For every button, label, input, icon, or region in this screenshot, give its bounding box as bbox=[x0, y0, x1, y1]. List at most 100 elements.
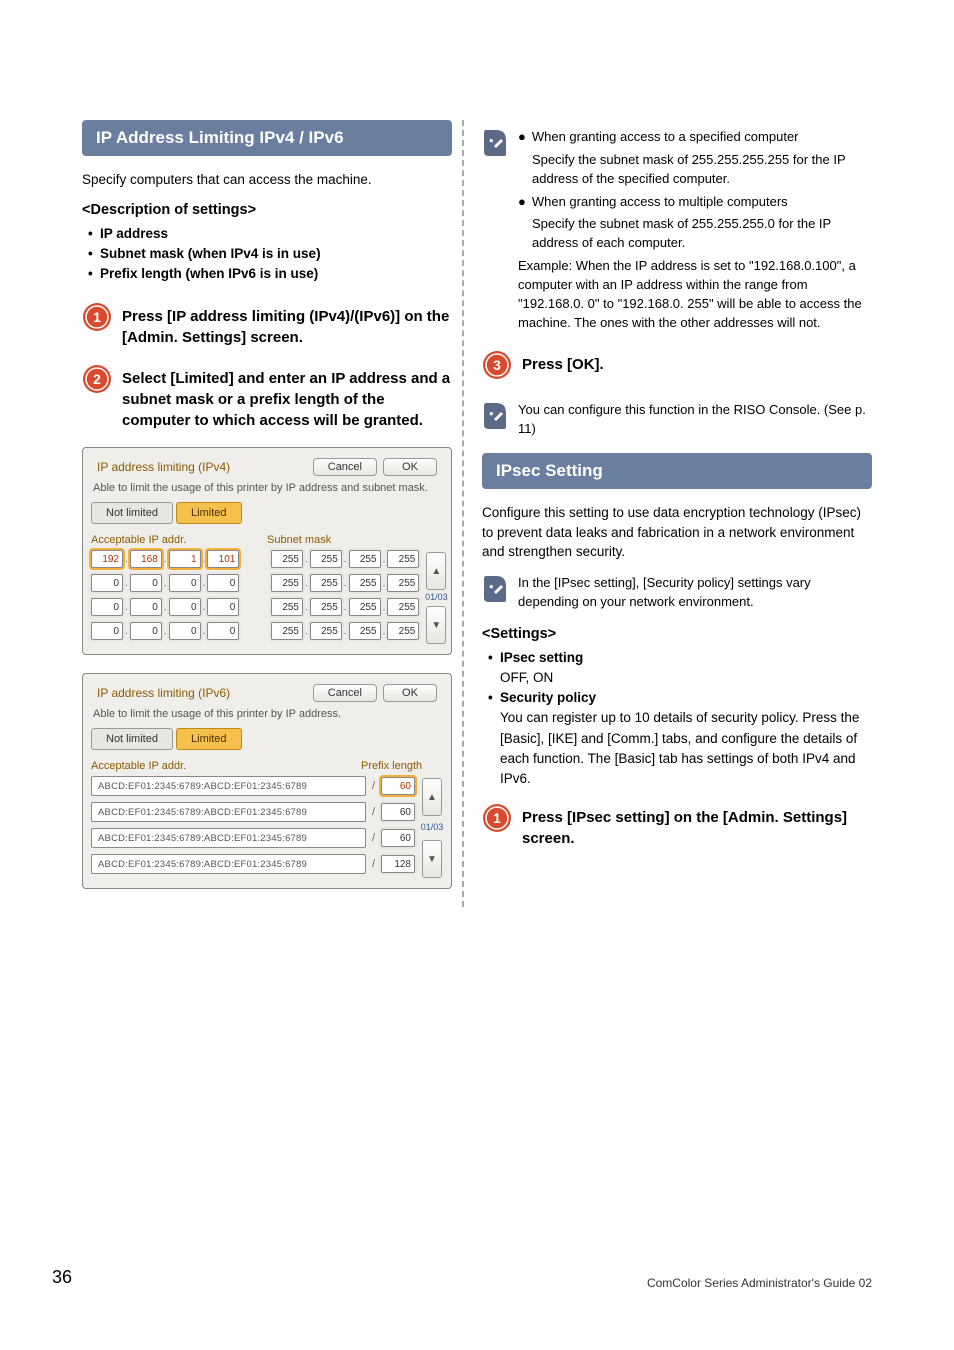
slash-separator: / bbox=[372, 806, 375, 818]
dot-separator: . bbox=[125, 554, 128, 565]
mask-octet-field[interactable]: 255 bbox=[349, 550, 381, 568]
ip-octet-field[interactable]: 0 bbox=[91, 622, 123, 640]
dot-separator: . bbox=[383, 602, 386, 613]
dot-separator: . bbox=[305, 554, 308, 565]
ip-octet-field[interactable]: 0 bbox=[169, 574, 201, 592]
ip-octet-field[interactable]: 0 bbox=[207, 622, 239, 640]
slash-separator: / bbox=[372, 780, 375, 792]
ipv4-row: 192.168.1.101255.255.255.255 bbox=[91, 550, 419, 568]
col-plen-header: Prefix length bbox=[361, 760, 443, 772]
ipv6-address-field[interactable]: ABCD:EF01:2345:6789:ABCD:EF01:2345:6789 bbox=[91, 854, 366, 874]
dot-separator: . bbox=[383, 626, 386, 637]
step-1: 1 Press [IP address limiting (IPv4)/(IPv… bbox=[82, 302, 452, 348]
dot-separator: . bbox=[344, 602, 347, 613]
ok-button[interactable]: OK bbox=[383, 684, 437, 702]
mask-octet-field[interactable]: 255 bbox=[349, 622, 381, 640]
ok-button[interactable]: OK bbox=[383, 458, 437, 476]
not-limited-toggle[interactable]: Not limited bbox=[91, 728, 173, 750]
ip-octet-field[interactable]: 192 bbox=[91, 550, 123, 568]
ip-octet-field[interactable]: 0 bbox=[207, 598, 239, 616]
svg-text:2: 2 bbox=[93, 371, 101, 387]
ipsec-intro: Configure this setting to use data encry… bbox=[482, 503, 872, 562]
ipv6-address-field[interactable]: ABCD:EF01:2345:6789:ABCD:EF01:2345:6789 bbox=[91, 776, 366, 796]
ip-octet-field[interactable]: 0 bbox=[207, 574, 239, 592]
ipsec-step-1: 1 Press [IPsec setting] on the [Admin. S… bbox=[482, 803, 872, 849]
ipv6-row: ABCD:EF01:2345:6789:ABCD:EF01:2345:6789 /… bbox=[91, 854, 415, 874]
cancel-button[interactable]: Cancel bbox=[313, 458, 377, 476]
ip-octet-field[interactable]: 0 bbox=[169, 622, 201, 640]
note-icon bbox=[482, 574, 508, 609]
mask-octet-field[interactable]: 255 bbox=[387, 622, 419, 640]
scroll-down-button[interactable]: ▼ bbox=[426, 606, 446, 644]
ip-octet-field[interactable]: 101 bbox=[207, 550, 239, 568]
desc-item: Prefix length (when IPv6 is in use) bbox=[88, 264, 452, 284]
ip-octet-field[interactable]: 1 bbox=[169, 550, 201, 568]
dot-separator: . bbox=[305, 626, 308, 637]
step-number-icon: 1 bbox=[82, 302, 112, 337]
ip-octet-field[interactable]: 168 bbox=[130, 550, 162, 568]
setting-values: OFF, ON bbox=[500, 668, 872, 688]
step-1-text: Press [IP address limiting (IPv4)/(IPv6)… bbox=[122, 302, 452, 348]
step-2: 2 Select [Limited] and enter an IP addre… bbox=[82, 364, 452, 431]
ipv6-address-field[interactable]: ABCD:EF01:2345:6789:ABCD:EF01:2345:6789 bbox=[91, 828, 366, 848]
ipv6-address-field[interactable]: ABCD:EF01:2345:6789:ABCD:EF01:2345:6789 bbox=[91, 802, 366, 822]
ip-octet-field[interactable]: 0 bbox=[130, 598, 162, 616]
note-bullet-body: Specify the subnet mask of 255.255.255.0… bbox=[518, 215, 872, 253]
ip-octet-field[interactable]: 0 bbox=[91, 574, 123, 592]
settings-title: <Settings> bbox=[482, 626, 872, 642]
mask-octet-field[interactable]: 255 bbox=[271, 574, 303, 592]
ipv4-row: 0.0.0.0255.255.255.255 bbox=[91, 574, 419, 592]
mask-octet-field[interactable]: 255 bbox=[310, 598, 342, 616]
ip-octet-field[interactable]: 0 bbox=[169, 598, 201, 616]
prefix-length-field[interactable]: 60 bbox=[381, 777, 415, 795]
note-block: In the [IPsec setting], [Security policy… bbox=[482, 574, 872, 612]
setting-body: You can register up to 10 details of sec… bbox=[500, 708, 872, 789]
mask-octet-field[interactable]: 255 bbox=[271, 598, 303, 616]
ipv6-row: ABCD:EF01:2345:6789:ABCD:EF01:2345:6789 /… bbox=[91, 776, 415, 796]
step-number-icon: 2 bbox=[82, 364, 112, 399]
dot-separator: . bbox=[164, 578, 167, 589]
limited-toggle[interactable]: Limited bbox=[176, 502, 241, 524]
mask-octet-field[interactable]: 255 bbox=[310, 622, 342, 640]
ip-limit-intro: Specify computers that can access the ma… bbox=[82, 170, 452, 190]
mask-octet-field[interactable]: 255 bbox=[387, 550, 419, 568]
prefix-length-field[interactable]: 60 bbox=[381, 829, 415, 847]
cancel-button[interactable]: Cancel bbox=[313, 684, 377, 702]
desc-title: <Description of settings> bbox=[82, 202, 452, 218]
mask-octet-field[interactable]: 255 bbox=[349, 574, 381, 592]
dot-separator: . bbox=[125, 626, 128, 637]
note-example: Example: When the IP address is set to "… bbox=[518, 257, 872, 332]
svg-text:1: 1 bbox=[93, 309, 101, 325]
scroll-down-button[interactable]: ▼ bbox=[422, 840, 442, 878]
not-limited-toggle[interactable]: Not limited bbox=[91, 502, 173, 524]
ipv4-desc: Able to limit the usage of this printer … bbox=[91, 480, 443, 502]
mask-octet-field[interactable]: 255 bbox=[349, 598, 381, 616]
col-mask-header: Subnet mask bbox=[267, 534, 443, 546]
mask-octet-field[interactable]: 255 bbox=[387, 598, 419, 616]
mask-octet-field[interactable]: 255 bbox=[271, 622, 303, 640]
note-icon bbox=[482, 128, 508, 163]
mask-octet-field[interactable]: 255 bbox=[310, 550, 342, 568]
prefix-length-field[interactable]: 128 bbox=[381, 855, 415, 873]
limited-toggle[interactable]: Limited bbox=[176, 728, 241, 750]
mask-octet-field[interactable]: 255 bbox=[271, 550, 303, 568]
dot-separator: . bbox=[305, 602, 308, 613]
note-text: In the [IPsec setting], [Security policy… bbox=[518, 574, 872, 612]
step-3: 3 Press [OK]. bbox=[482, 350, 872, 385]
ipv6-row: ABCD:EF01:2345:6789:ABCD:EF01:2345:6789/… bbox=[91, 828, 415, 848]
ip-octet-field[interactable]: 0 bbox=[130, 574, 162, 592]
mask-octet-field[interactable]: 255 bbox=[310, 574, 342, 592]
ip-octet-field[interactable]: 0 bbox=[91, 598, 123, 616]
step-2-text: Select [Limited] and enter an IP address… bbox=[122, 364, 452, 431]
page-number: 36 bbox=[52, 1267, 72, 1288]
footer-text: ComColor Series Administrator's Guide 02 bbox=[647, 1276, 872, 1290]
prefix-length-field[interactable]: 60 bbox=[381, 803, 415, 821]
step-number-icon: 1 bbox=[482, 803, 512, 838]
ip-octet-field[interactable]: 0 bbox=[130, 622, 162, 640]
scroll-up-button[interactable]: ▲ bbox=[426, 552, 446, 590]
slash-separator: / bbox=[372, 858, 375, 870]
mask-octet-field[interactable]: 255 bbox=[387, 574, 419, 592]
note-icon bbox=[482, 401, 508, 436]
dot-separator: . bbox=[344, 578, 347, 589]
scroll-up-button[interactable]: ▲ bbox=[422, 778, 442, 816]
